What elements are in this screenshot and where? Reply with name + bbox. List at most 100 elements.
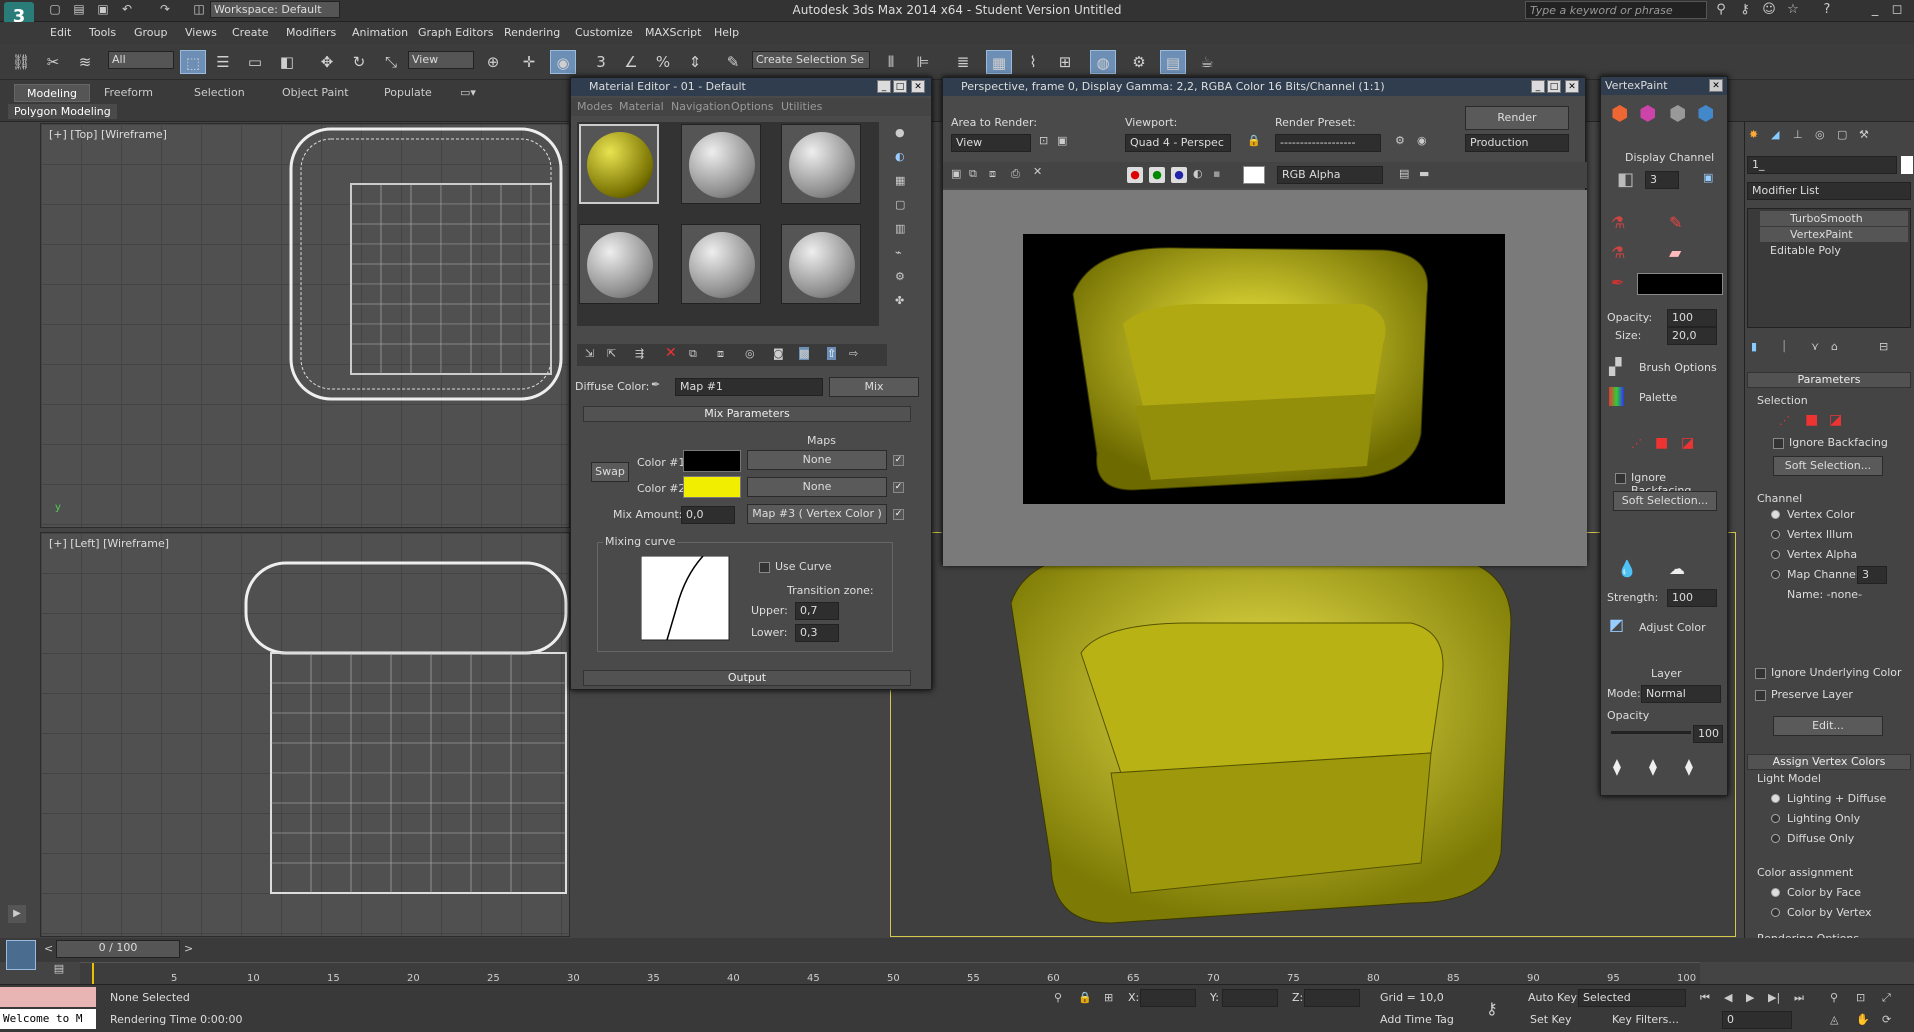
hierarchy-tab-icon[interactable]: ⊥ (1793, 128, 1803, 141)
eraser-icon[interactable]: ▰ (1669, 243, 1681, 262)
search-input[interactable]: Type a keyword or phrase (1525, 1, 1707, 19)
people-icon[interactable]: ☺ (1760, 2, 1778, 17)
set-key-icon[interactable]: ⚷ (1486, 999, 1498, 1018)
lower-spinner[interactable]: 0,3 (795, 624, 839, 642)
vp-close-button[interactable]: ✕ (1709, 79, 1723, 92)
radio-vertex-alpha[interactable] (1771, 550, 1780, 559)
select-object-icon[interactable]: ⬚ (180, 50, 206, 74)
output-rollout[interactable]: Output (583, 670, 911, 686)
display-channel-dropdown[interactable]: RGB Alpha (1277, 166, 1383, 184)
make-unique-icon[interactable]: ⧉ (689, 347, 697, 361)
lock-viewport-icon[interactable]: 🔒 (1247, 134, 1261, 147)
radio-color-by-face[interactable] (1771, 888, 1780, 897)
material-id-icon[interactable]: ◎ (745, 347, 755, 360)
show-end-result-stack-icon[interactable]: ⏐ (1781, 340, 1787, 354)
binoculars-icon[interactable]: ⚲ (1712, 2, 1730, 17)
edit-region-icon[interactable]: ⊡ (1039, 134, 1048, 147)
go-to-start-icon[interactable]: ⏮ (1700, 991, 1710, 1005)
edit-named-selection-icon[interactable]: ✎ (720, 50, 746, 74)
red-channel-icon[interactable]: ● (1127, 167, 1143, 183)
sample-slot-3[interactable] (781, 124, 861, 204)
palette-label[interactable]: Palette (1639, 391, 1677, 404)
disable-vertex-color-icon[interactable]: ⬢ (1669, 101, 1686, 125)
blue-channel-icon[interactable]: ● (1171, 167, 1187, 183)
paint-color-swatch[interactable] (1637, 273, 1723, 295)
help-icon[interactable]: ? (1818, 2, 1836, 17)
rw-maximize-button[interactable]: □ (1547, 80, 1561, 93)
clear-icon[interactable]: ✕ (1033, 165, 1042, 178)
selection-filter-dropdown[interactable]: All (108, 51, 174, 69)
stack-item-editable-poly[interactable]: Editable Poly (1760, 243, 1908, 258)
show-texture-icon[interactable]: ⬢ (1697, 101, 1714, 125)
stack-item-turbosmooth[interactable]: TurboSmooth (1760, 211, 1908, 226)
percent-snap-icon[interactable]: % (650, 50, 676, 74)
radio-lighting-diffuse[interactable] (1771, 794, 1780, 803)
graphite-toggle-icon[interactable]: ▦ (986, 50, 1012, 74)
layer-manager-icon[interactable]: ≣ (950, 50, 976, 74)
cp-face-icon[interactable]: ■ (1805, 412, 1818, 428)
palette-icon[interactable]: ▩ (1609, 387, 1625, 406)
adjust-color-label[interactable]: Adjust Color (1639, 621, 1706, 634)
zoom-extents-icon[interactable]: ⊡ (1856, 991, 1865, 1004)
mix-map-checkbox[interactable]: ✓ (893, 509, 904, 520)
viewport-dropdown[interactable]: Quad 4 - Perspec (1125, 134, 1231, 152)
vp-ignore-backfacing-checkbox[interactable] (1615, 473, 1626, 484)
erase-all-icon[interactable]: ⚗ (1611, 243, 1625, 262)
menu-graph-editors[interactable]: Graph Editors (418, 26, 494, 39)
reference-coordinate-dropdown[interactable]: View (408, 51, 474, 69)
pick-color-icon[interactable]: ✒ (1611, 273, 1624, 292)
menu-help[interactable]: Help (714, 26, 739, 39)
make-preview-icon[interactable]: ⌁ (895, 246, 902, 259)
sample-slot-2[interactable] (681, 124, 761, 204)
add-time-tag[interactable]: Add Time Tag (1380, 1013, 1454, 1026)
strength-spinner[interactable]: 100 (1667, 589, 1717, 607)
rect-selection-icon[interactable]: ▭ (242, 50, 268, 74)
cp-element-icon[interactable]: ◪ (1829, 412, 1842, 428)
map-channel-spinner[interactable]: 3 (1857, 566, 1887, 584)
mix-map-button[interactable]: Map #3 ( Vertex Color ) (747, 504, 887, 524)
select-manipulate-icon[interactable]: ✛ (516, 50, 542, 74)
ribbon-options-icon[interactable]: ▭▾ (460, 86, 476, 99)
ignore-underlying-checkbox[interactable] (1755, 668, 1766, 679)
paint-all-icon[interactable]: ⚗ (1611, 213, 1625, 232)
reset-map-icon[interactable]: ✕ (665, 345, 677, 361)
get-material-icon[interactable]: ⇲ (585, 347, 594, 360)
menu-views[interactable]: Views (185, 26, 217, 39)
toggle-ui-icon[interactable]: ▤ (1399, 167, 1409, 180)
layer-opacity-field[interactable]: 100 (1693, 725, 1723, 743)
layer-mode-dropdown[interactable]: Normal (1641, 685, 1721, 703)
sample-slot-5[interactable] (681, 224, 761, 304)
print-icon[interactable]: ⎙ (1011, 167, 1020, 181)
radio-lighting-only[interactable] (1771, 814, 1780, 823)
parameters-rollout[interactable]: Parameters (1747, 372, 1911, 388)
object-name-field[interactable]: 1_ (1747, 156, 1897, 174)
field-of-view-icon[interactable]: ◬ (1830, 1013, 1838, 1026)
size-spinner[interactable]: 20,0 (1667, 327, 1717, 345)
select-by-material-icon[interactable]: ✤ (895, 294, 904, 307)
render-setup-icon-small[interactable]: ⚙ (1395, 134, 1405, 147)
show-end-result-icon[interactable]: ▩ (799, 347, 810, 360)
vertex-color-display-shaded-icon[interactable]: ⬢ (1611, 101, 1628, 125)
previous-key-icon[interactable]: ◀ (1724, 991, 1732, 1004)
cp-vertex-icon[interactable]: ⋰ (1779, 414, 1790, 427)
color2-map-button[interactable]: None (747, 477, 887, 497)
isolate-icon[interactable]: ⚲ (1054, 991, 1062, 1004)
link-icon[interactable]: ⛓ (8, 50, 34, 74)
ribbon-tab-populate[interactable]: Populate (372, 84, 444, 102)
schematic-view-icon[interactable]: ⊞ (1052, 50, 1078, 74)
next-key-icon[interactable]: ▶| (1768, 991, 1780, 1004)
brush-options-label[interactable]: Brush Options (1639, 361, 1717, 374)
area-to-render-dropdown[interactable]: View (951, 134, 1031, 152)
next-frame-icon[interactable]: > (184, 942, 193, 955)
layer-opacity-slider[interactable] (1611, 731, 1691, 734)
rw-minimize-button[interactable]: _ (1531, 80, 1545, 93)
auto-region-icon[interactable]: ▣ (1057, 134, 1067, 147)
radio-diffuse-only[interactable] (1771, 834, 1780, 843)
sample-slot-1[interactable] (579, 124, 659, 204)
color1-map-button[interactable]: None (747, 450, 887, 470)
me-menu-utilities[interactable]: Utilities (781, 100, 822, 113)
curve-editor-icon[interactable]: ⌇ (1020, 50, 1046, 74)
menu-customize[interactable]: Customize (575, 26, 633, 39)
render-button[interactable]: Render (1465, 106, 1569, 130)
display-channel-spinner[interactable]: 3 (1645, 171, 1679, 189)
